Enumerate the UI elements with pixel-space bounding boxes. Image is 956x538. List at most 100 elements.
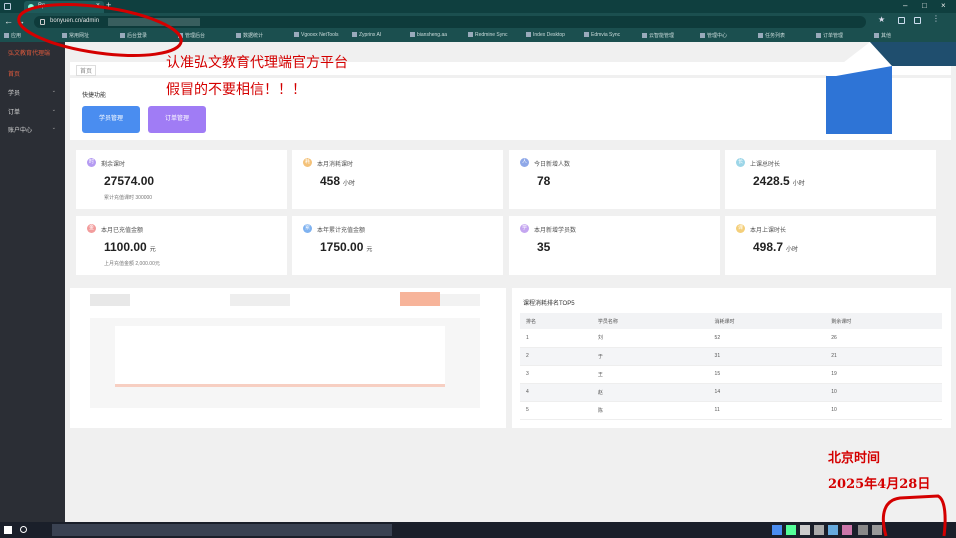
url-text: bonyuen.cn/admin bbox=[50, 18, 100, 24]
sidebar-item-students[interactable]: 学员 ⌄ bbox=[8, 88, 58, 97]
bookmark-item[interactable]: Redmine Sync bbox=[468, 32, 522, 40]
taskbar-apps-redacted bbox=[52, 524, 392, 536]
column-header: 消耗课时 bbox=[708, 313, 826, 329]
stat-unit: 小时 bbox=[343, 181, 356, 187]
start-icon[interactable] bbox=[4, 526, 12, 534]
bookmark-item[interactable]: biansheng.aa bbox=[410, 32, 464, 40]
bookmark-item[interactable]: Zyprinx AI bbox=[352, 32, 406, 40]
stat-value: 1100.00 元 bbox=[104, 240, 156, 254]
bookmark-item[interactable]: 常用网址 bbox=[62, 32, 116, 40]
annotation-date: 2025年4月28日 bbox=[828, 477, 931, 492]
stat-label: 今日新增人数 bbox=[534, 162, 571, 168]
extension-icon[interactable] bbox=[898, 17, 905, 24]
tray-app-icon[interactable] bbox=[814, 525, 824, 535]
bookmark-item[interactable]: 数据统计 bbox=[236, 32, 290, 40]
tray-app-icon[interactable] bbox=[858, 525, 868, 535]
maximize-icon[interactable]: □ bbox=[922, 1, 927, 10]
breadcrumb[interactable]: 首页 bbox=[76, 65, 97, 76]
more-icon[interactable]: ⋮ bbox=[932, 14, 940, 23]
search-icon[interactable] bbox=[20, 526, 27, 533]
stat-icon: 学 bbox=[520, 224, 529, 233]
tops-table: 排名 学员名称 消耗课时 剩余课时 1 刘 52 26 2 于 31 21 3 王 15 19 4 赵 14… bbox=[520, 313, 942, 420]
redacted-block bbox=[230, 294, 290, 306]
tab-title: Bp bbox=[38, 3, 46, 9]
table-row: 2 于 31 21 bbox=[520, 347, 942, 366]
student-manage-button[interactable]: 学员管理 bbox=[82, 106, 140, 133]
column-header: 排名 bbox=[520, 313, 592, 329]
stat-value: 1750.00 元 bbox=[320, 240, 372, 254]
bookmark-item[interactable]: Index Desktop bbox=[526, 32, 580, 40]
bookmark-item[interactable]: 其他 bbox=[874, 32, 928, 40]
sidebar-item-label: 首页 bbox=[8, 72, 21, 78]
lock-icon bbox=[40, 19, 45, 25]
redacted-block bbox=[400, 292, 440, 306]
main-content: 首页 快捷功能 学员管理 订单管理 时剩余课时 27574.00 累计充值课时 30… bbox=[65, 42, 956, 522]
close-window-icon[interactable]: × bbox=[941, 1, 946, 10]
bookmark-item[interactable]: 订单管理 bbox=[816, 32, 870, 40]
url-redacted bbox=[108, 18, 200, 26]
stat-value-number: 1100.00 bbox=[104, 240, 147, 254]
table-cell: 52 bbox=[708, 329, 826, 348]
tray-app-icon[interactable] bbox=[786, 525, 796, 535]
tray-app-icon[interactable] bbox=[828, 525, 838, 535]
stat-card: 金本月已充值金额 1100.00 元上月充值金额 2,000.00元 bbox=[76, 216, 287, 275]
stat-unit: 小时 bbox=[792, 181, 805, 187]
bookmark-item[interactable]: 后台登录 bbox=[120, 32, 174, 40]
stat-label: 本年累计充值金额 bbox=[317, 228, 366, 234]
stat-subtext: 累计充值课时 300000 bbox=[104, 195, 153, 201]
chart-panel-redacted bbox=[70, 288, 506, 428]
bookmark-item[interactable]: 任务列表 bbox=[758, 32, 812, 40]
minimize-icon[interactable]: – bbox=[903, 1, 907, 10]
browser-tab[interactable]: Bp × bbox=[24, 1, 104, 13]
app-logo: 弘文教育代理端 bbox=[8, 51, 51, 57]
stat-icon: 人 bbox=[520, 158, 529, 167]
profile-icon[interactable] bbox=[914, 17, 921, 24]
chevron-down-icon: ⌄ bbox=[51, 107, 56, 113]
close-tab-icon[interactable]: × bbox=[96, 2, 100, 9]
forward-icon[interactable]: → bbox=[16, 16, 25, 26]
stat-card: 长上课总时长 2428.5 小时 bbox=[725, 150, 936, 209]
url-field[interactable]: bonyuen.cn/admin bbox=[34, 16, 866, 28]
order-manage-button[interactable]: 订单管理 bbox=[148, 106, 206, 133]
sidebar-item-orders[interactable]: 订单 ⌄ bbox=[8, 107, 58, 116]
new-tab-button[interactable]: + bbox=[106, 0, 111, 10]
sidebar-item-account[interactable]: 账户中心 ⌄ bbox=[8, 125, 58, 134]
bookmark-item[interactable]: Edmvia Sync bbox=[584, 32, 638, 40]
table-cell: 3 bbox=[520, 365, 592, 384]
stat-icon: 时 bbox=[87, 158, 96, 167]
tops-title: 课程消耗排名TOP5 bbox=[523, 301, 575, 307]
back-icon[interactable]: ← bbox=[4, 16, 13, 26]
taskbar bbox=[0, 522, 956, 538]
chevron-down-icon: ⌄ bbox=[51, 88, 56, 94]
redacted-block bbox=[115, 384, 445, 387]
stat-value-number: 27574.00 bbox=[104, 174, 155, 188]
table-cell: 1 bbox=[520, 329, 592, 348]
column-header: 剩余课时 bbox=[825, 313, 942, 329]
tray-app-icon[interactable] bbox=[800, 525, 810, 535]
stat-value-number: 1750.00 bbox=[320, 240, 364, 254]
tray-app-icon[interactable] bbox=[842, 525, 852, 535]
stat-label: 本月新增学员数 bbox=[534, 228, 577, 234]
tray-app-icon[interactable] bbox=[872, 525, 882, 535]
sidebar-item-label: 订单 bbox=[8, 110, 21, 116]
stat-icon: 耗 bbox=[303, 158, 312, 167]
window-menu-icon[interactable] bbox=[4, 3, 11, 10]
tray-app-icon[interactable] bbox=[772, 525, 782, 535]
redacted-block bbox=[115, 326, 445, 386]
bookmark-item[interactable]: 云智能管理 bbox=[642, 32, 696, 40]
stat-card: 耗本月消耗课时 458 小时 bbox=[292, 150, 503, 209]
bookmark-star-icon[interactable]: ★ bbox=[878, 15, 885, 24]
table-cell: 刘 bbox=[591, 329, 709, 348]
stat-label: 本月上课时长 bbox=[750, 228, 787, 234]
stat-value: 27574.00 bbox=[104, 174, 157, 188]
bookmark-item[interactable]: Vgooxx NetTools bbox=[294, 32, 348, 40]
table-header-row: 排名 学员名称 消耗课时 剩余课时 bbox=[520, 313, 942, 329]
brand-shape-icon bbox=[826, 42, 956, 134]
stat-value-number: 35 bbox=[537, 240, 551, 254]
quick-actions-title: 快捷功能 bbox=[82, 93, 107, 99]
bookmark-item[interactable]: 应用 bbox=[4, 32, 58, 40]
bookmark-item[interactable]: 管理中心 bbox=[700, 32, 754, 40]
bookmarks-bar: 应用 常用网址 后台登录 管理后台 数据统计 Vgooxx NetTools Zyprinx… bbox=[0, 30, 956, 42]
sidebar-item-home[interactable]: 首页 bbox=[8, 69, 58, 78]
bookmark-item[interactable]: 管理后台 bbox=[178, 32, 232, 40]
